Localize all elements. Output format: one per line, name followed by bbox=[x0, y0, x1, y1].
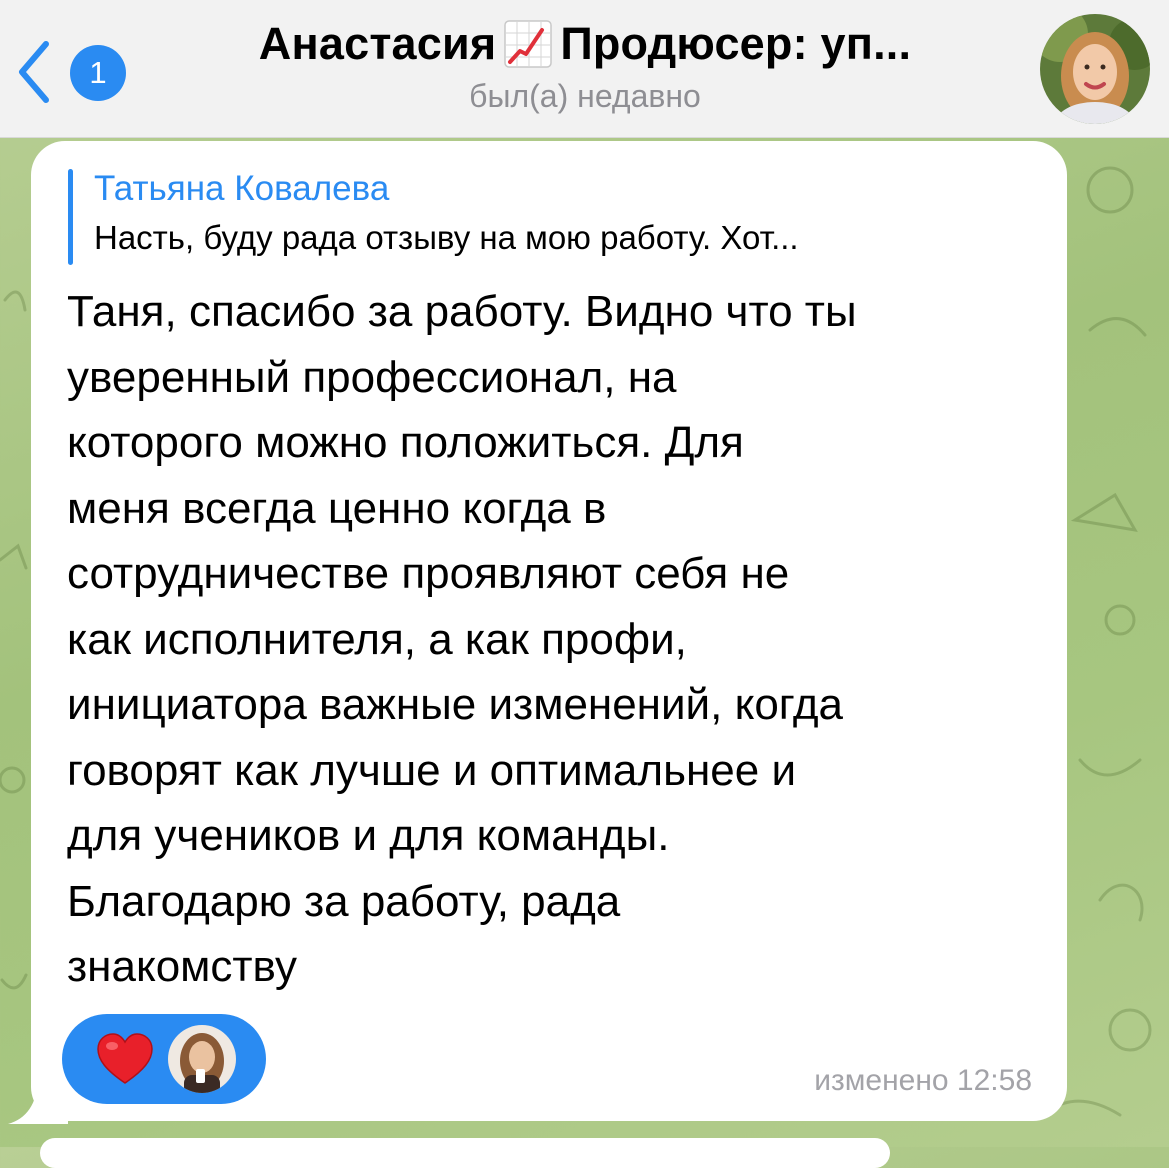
message-meta: изменено 12:58 bbox=[814, 1064, 1032, 1097]
reply-text: Насть, буду рада отзыву на мою работу. Х… bbox=[94, 219, 799, 256]
reply-accent-bar bbox=[68, 169, 73, 265]
chart-increasing-icon bbox=[504, 20, 553, 68]
chat-header: 1 Анастасия Продюсер: уп... был(а) недав… bbox=[0, 0, 1169, 138]
reply-preview[interactable]: Татьяна Ковалева Насть, буду рада отзыву… bbox=[68, 165, 1028, 265]
reactor-avatar bbox=[166, 1023, 238, 1095]
reply-author: Татьяна Ковалева bbox=[94, 169, 390, 208]
heart-icon bbox=[97, 1033, 153, 1084]
chat-title: Анастасия Продюсер: уп... bbox=[160, 18, 1010, 70]
chat-title-area[interactable]: Анастасия Продюсер: уп... был(а) недавно bbox=[160, 18, 1010, 115]
chat-title-rest: Продюсер: уп... bbox=[560, 18, 912, 69]
last-seen-status: был(а) недавно bbox=[469, 78, 701, 114]
contact-avatar[interactable] bbox=[1040, 14, 1150, 124]
reactions-pill[interactable] bbox=[62, 1014, 266, 1104]
message-text: Таня, спасибо за работу. Видно что ты ув… bbox=[67, 287, 857, 991]
contact-avatar-image bbox=[1040, 14, 1150, 124]
unread-count-badge: 1 bbox=[70, 45, 126, 101]
chat-title-name: Анастасия bbox=[258, 18, 497, 69]
chevron-left-icon bbox=[19, 41, 49, 103]
next-message-bubble[interactable] bbox=[40, 1138, 890, 1168]
